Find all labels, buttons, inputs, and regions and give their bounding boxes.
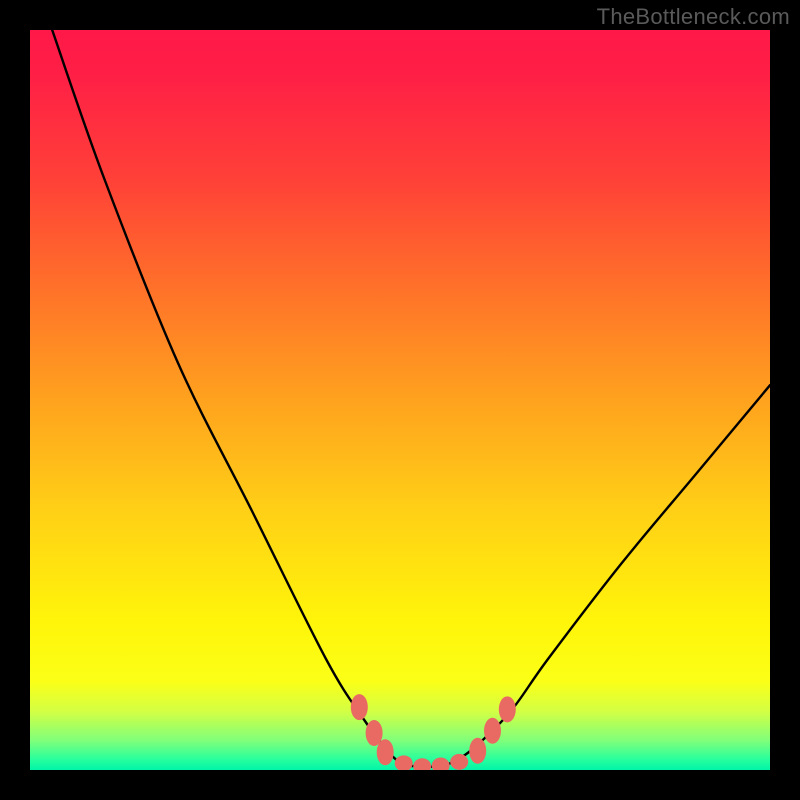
curve-marker bbox=[413, 758, 431, 770]
curve-marker bbox=[499, 696, 516, 722]
curve-marker bbox=[351, 694, 368, 720]
curve-marker bbox=[469, 738, 486, 764]
watermark-text: TheBottleneck.com bbox=[597, 4, 790, 30]
curve-marker bbox=[450, 754, 468, 770]
curve-marker bbox=[484, 718, 501, 744]
curve-marker bbox=[395, 755, 413, 770]
curve-marker bbox=[377, 739, 394, 765]
chart-frame: TheBottleneck.com bbox=[0, 0, 800, 800]
chart-svg bbox=[30, 30, 770, 770]
plot-area bbox=[30, 30, 770, 770]
curve-marker bbox=[432, 758, 450, 770]
curve-markers bbox=[351, 694, 516, 770]
bottleneck-curve bbox=[52, 30, 770, 767]
